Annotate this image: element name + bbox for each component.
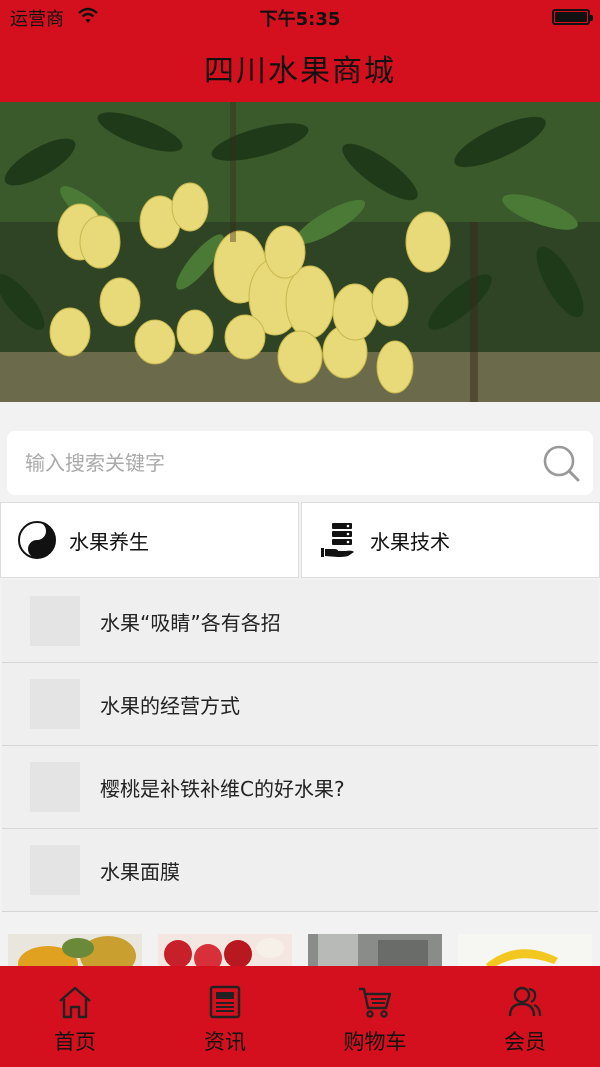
product-image — [308, 934, 442, 966]
tab-label: 首页 — [54, 1030, 96, 1054]
tab-cart[interactable]: 购物车 — [300, 966, 450, 1067]
product-image — [158, 934, 292, 966]
news-title: 水果的经营方式 — [100, 693, 240, 718]
news-thumbnail — [30, 762, 80, 812]
list-item[interactable]: 水果的经营方式 — [2, 663, 598, 746]
product-strip — [0, 934, 600, 966]
news-icon — [209, 985, 241, 1019]
battery-icon — [552, 9, 593, 25]
banner-image — [0, 102, 600, 402]
category-label: 水果养生 — [69, 529, 149, 554]
status-bar: 运营商 下午5:35 — [0, 0, 600, 34]
product-image — [8, 934, 142, 966]
server-hand-icon — [321, 523, 354, 557]
bottom-tab-bar: 首页 资讯 购物车 会员 — [0, 966, 600, 1067]
tab-label: 购物车 — [343, 1030, 407, 1054]
product-image — [458, 934, 592, 966]
page-title: 四川水果商城 — [204, 54, 396, 89]
news-thumbnail — [30, 596, 80, 646]
banner-carousel[interactable] — [0, 102, 600, 402]
news-list: 水果“吸睛”各有各招 水果的经营方式 樱桃是补铁补维C的好水果? 水果面膜 — [2, 580, 598, 912]
home-icon — [59, 986, 91, 1019]
tab-label: 资讯 — [204, 1030, 246, 1054]
news-title: 水果面膜 — [100, 859, 180, 884]
search-bar — [7, 431, 593, 495]
category-health[interactable]: 水果养生 — [0, 502, 299, 578]
product-card[interactable] — [308, 934, 442, 966]
tab-news[interactable]: 资讯 — [150, 966, 300, 1067]
search-icon[interactable] — [541, 443, 581, 483]
yin-yang-icon — [18, 521, 56, 559]
category-label: 水果技术 — [370, 529, 450, 554]
news-title: 樱桃是补铁补维C的好水果? — [100, 776, 345, 801]
category-technology[interactable]: 水果技术 — [301, 502, 600, 578]
product-card[interactable] — [8, 934, 142, 966]
product-card[interactable] — [158, 934, 292, 966]
list-item[interactable]: 樱桃是补铁补维C的好水果? — [2, 746, 598, 829]
search-input[interactable] — [25, 445, 525, 481]
status-time: 下午5:35 — [259, 9, 341, 30]
list-item[interactable]: 水果面膜 — [2, 829, 598, 912]
tab-home[interactable]: 首页 — [0, 966, 150, 1067]
category-row: 水果养生 水果技术 — [0, 502, 600, 578]
news-thumbnail — [30, 845, 80, 895]
list-item[interactable]: 水果“吸睛”各有各招 — [2, 580, 598, 663]
top-bar: 运营商 下午5:35 四川水果商城 — [0, 0, 600, 102]
cart-icon — [359, 987, 392, 1018]
tab-member[interactable]: 会员 — [450, 966, 600, 1067]
user-icon — [508, 986, 542, 1017]
news-title: 水果“吸睛”各有各招 — [100, 610, 281, 635]
news-thumbnail — [30, 679, 80, 729]
tab-label: 会员 — [504, 1030, 546, 1054]
product-card[interactable] — [458, 934, 592, 966]
